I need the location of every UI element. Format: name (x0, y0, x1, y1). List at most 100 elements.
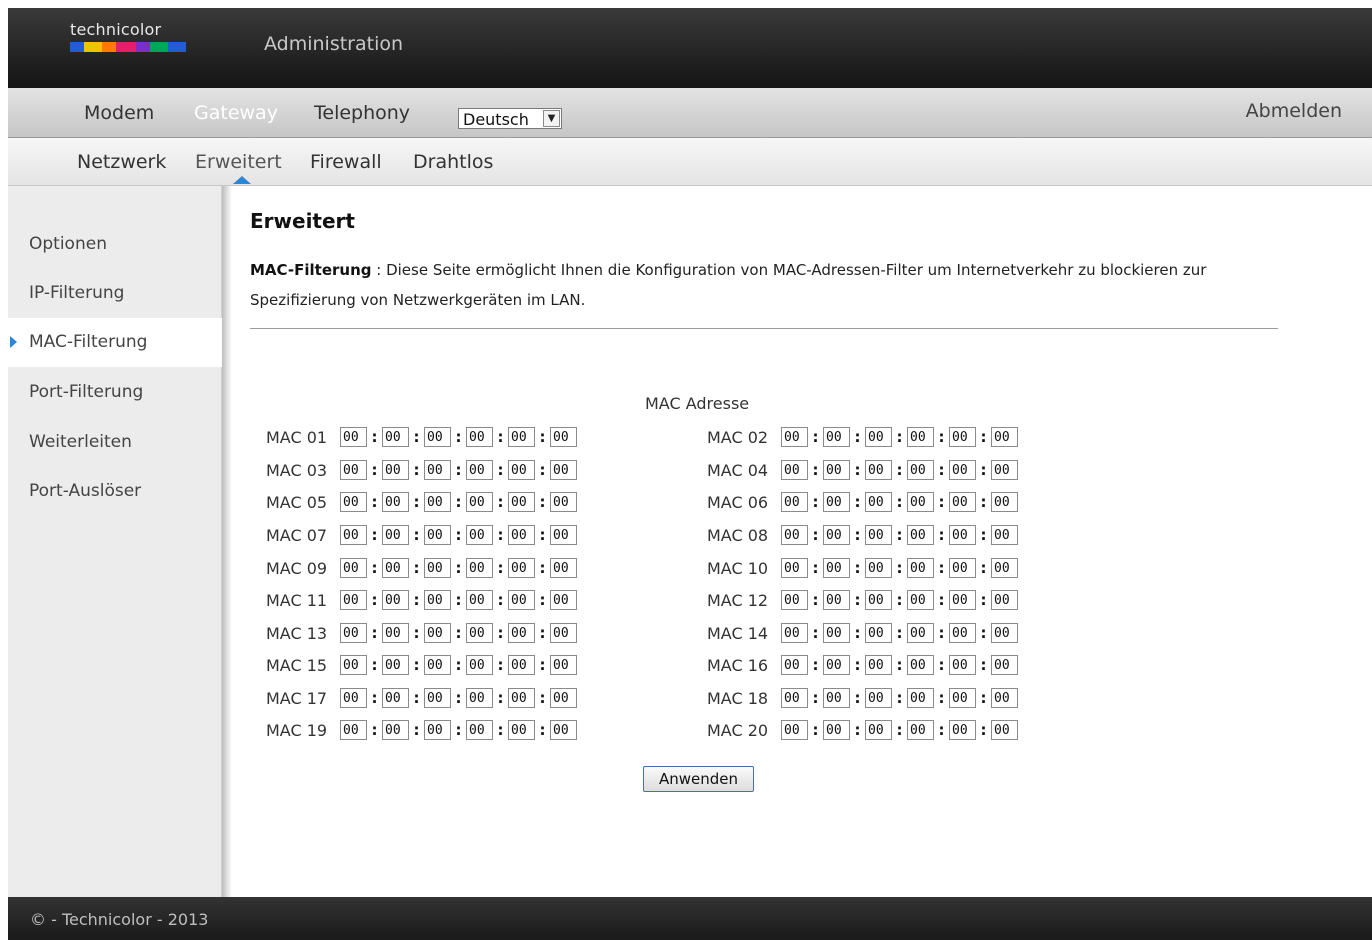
mac-octet-input[interactable] (781, 525, 808, 545)
mac-octet-input[interactable] (508, 655, 535, 675)
mac-octet-input[interactable] (424, 720, 451, 740)
mac-octet-input[interactable] (466, 623, 493, 643)
mac-octet-input[interactable] (340, 427, 367, 447)
mac-octet-input[interactable] (508, 492, 535, 512)
subnav-item-drahtlos[interactable]: Drahtlos (413, 151, 493, 173)
mac-octet-input[interactable] (949, 460, 976, 480)
mac-octet-input[interactable] (781, 688, 808, 708)
mac-octet-input[interactable] (466, 590, 493, 610)
subnav-item-erweitert[interactable]: Erweitert (195, 151, 282, 173)
mac-octet-input[interactable] (823, 460, 850, 480)
mac-octet-input[interactable] (508, 427, 535, 447)
mac-octet-input[interactable] (424, 558, 451, 578)
mac-octet-input[interactable] (550, 590, 577, 610)
mac-octet-input[interactable] (382, 655, 409, 675)
sidebar-item-port-filterung[interactable]: Port-Filterung (8, 368, 222, 417)
mac-octet-input[interactable] (508, 460, 535, 480)
mac-octet-input[interactable] (781, 558, 808, 578)
mac-octet-input[interactable] (424, 460, 451, 480)
mac-octet-input[interactable] (865, 590, 892, 610)
mac-octet-input[interactable] (466, 427, 493, 447)
mac-octet-input[interactable] (865, 623, 892, 643)
mac-octet-input[interactable] (991, 655, 1018, 675)
mac-octet-input[interactable] (466, 558, 493, 578)
mac-octet-input[interactable] (907, 655, 934, 675)
mac-octet-input[interactable] (865, 525, 892, 545)
mac-octet-input[interactable] (550, 655, 577, 675)
mac-octet-input[interactable] (382, 590, 409, 610)
sidebar-item-mac-filterung[interactable]: MAC-Filterung (8, 318, 222, 367)
apply-button[interactable]: Anwenden (643, 766, 754, 792)
mac-octet-input[interactable] (823, 688, 850, 708)
mac-octet-input[interactable] (865, 558, 892, 578)
mac-octet-input[interactable] (508, 720, 535, 740)
mac-octet-input[interactable] (865, 688, 892, 708)
mac-octet-input[interactable] (424, 492, 451, 512)
mac-octet-input[interactable] (823, 590, 850, 610)
mac-octet-input[interactable] (340, 623, 367, 643)
mac-octet-input[interactable] (907, 558, 934, 578)
mac-octet-input[interactable] (823, 720, 850, 740)
mac-octet-input[interactable] (340, 688, 367, 708)
mac-octet-input[interactable] (991, 623, 1018, 643)
mac-octet-input[interactable] (466, 688, 493, 708)
mac-octet-input[interactable] (466, 655, 493, 675)
subnav-item-netzwerk[interactable]: Netzwerk (77, 151, 166, 173)
mac-octet-input[interactable] (823, 427, 850, 447)
mac-octet-input[interactable] (907, 492, 934, 512)
mac-octet-input[interactable] (340, 525, 367, 545)
mac-octet-input[interactable] (424, 590, 451, 610)
mac-octet-input[interactable] (949, 623, 976, 643)
mac-octet-input[interactable] (340, 655, 367, 675)
mac-octet-input[interactable] (991, 590, 1018, 610)
mac-octet-input[interactable] (907, 525, 934, 545)
mac-octet-input[interactable] (907, 688, 934, 708)
mac-octet-input[interactable] (781, 655, 808, 675)
mac-octet-input[interactable] (340, 558, 367, 578)
mac-octet-input[interactable] (991, 492, 1018, 512)
mac-octet-input[interactable] (949, 720, 976, 740)
mac-octet-input[interactable] (865, 492, 892, 512)
mac-octet-input[interactable] (550, 427, 577, 447)
mac-octet-input[interactable] (823, 623, 850, 643)
mac-octet-input[interactable] (382, 460, 409, 480)
mac-octet-input[interactable] (907, 590, 934, 610)
mac-octet-input[interactable] (340, 590, 367, 610)
nav-item-gateway[interactable]: Gateway (194, 102, 278, 124)
mac-octet-input[interactable] (823, 655, 850, 675)
mac-octet-input[interactable] (466, 460, 493, 480)
mac-octet-input[interactable] (991, 460, 1018, 480)
chevron-down-icon[interactable]: ▼ (543, 110, 560, 127)
mac-octet-input[interactable] (781, 623, 808, 643)
subnav-item-firewall[interactable]: Firewall (310, 151, 382, 173)
logout-link[interactable]: Abmelden (1246, 100, 1342, 122)
mac-octet-input[interactable] (550, 720, 577, 740)
mac-octet-input[interactable] (991, 558, 1018, 578)
mac-octet-input[interactable] (949, 558, 976, 578)
mac-octet-input[interactable] (466, 492, 493, 512)
mac-octet-input[interactable] (949, 688, 976, 708)
mac-octet-input[interactable] (781, 720, 808, 740)
mac-octet-input[interactable] (424, 525, 451, 545)
mac-octet-input[interactable] (550, 688, 577, 708)
mac-octet-input[interactable] (781, 492, 808, 512)
mac-octet-input[interactable] (340, 492, 367, 512)
mac-octet-input[interactable] (382, 492, 409, 512)
nav-item-telephony[interactable]: Telephony (314, 102, 410, 124)
sidebar-item-port-ausloeser[interactable]: Port-Auslöser (8, 467, 222, 516)
sidebar-item-weiterleiten[interactable]: Weiterleiten (8, 418, 222, 467)
mac-octet-input[interactable] (907, 720, 934, 740)
sidebar-item-ip-filterung[interactable]: IP-Filterung (8, 269, 222, 318)
mac-octet-input[interactable] (823, 558, 850, 578)
nav-item-modem[interactable]: Modem (84, 102, 154, 124)
mac-octet-input[interactable] (424, 655, 451, 675)
mac-octet-input[interactable] (949, 427, 976, 447)
mac-octet-input[interactable] (865, 460, 892, 480)
mac-octet-input[interactable] (382, 688, 409, 708)
mac-octet-input[interactable] (991, 427, 1018, 447)
technicolor-logo[interactable]: technicolor (70, 20, 190, 60)
mac-octet-input[interactable] (340, 720, 367, 740)
mac-octet-input[interactable] (949, 492, 976, 512)
mac-octet-input[interactable] (781, 590, 808, 610)
mac-octet-input[interactable] (907, 427, 934, 447)
